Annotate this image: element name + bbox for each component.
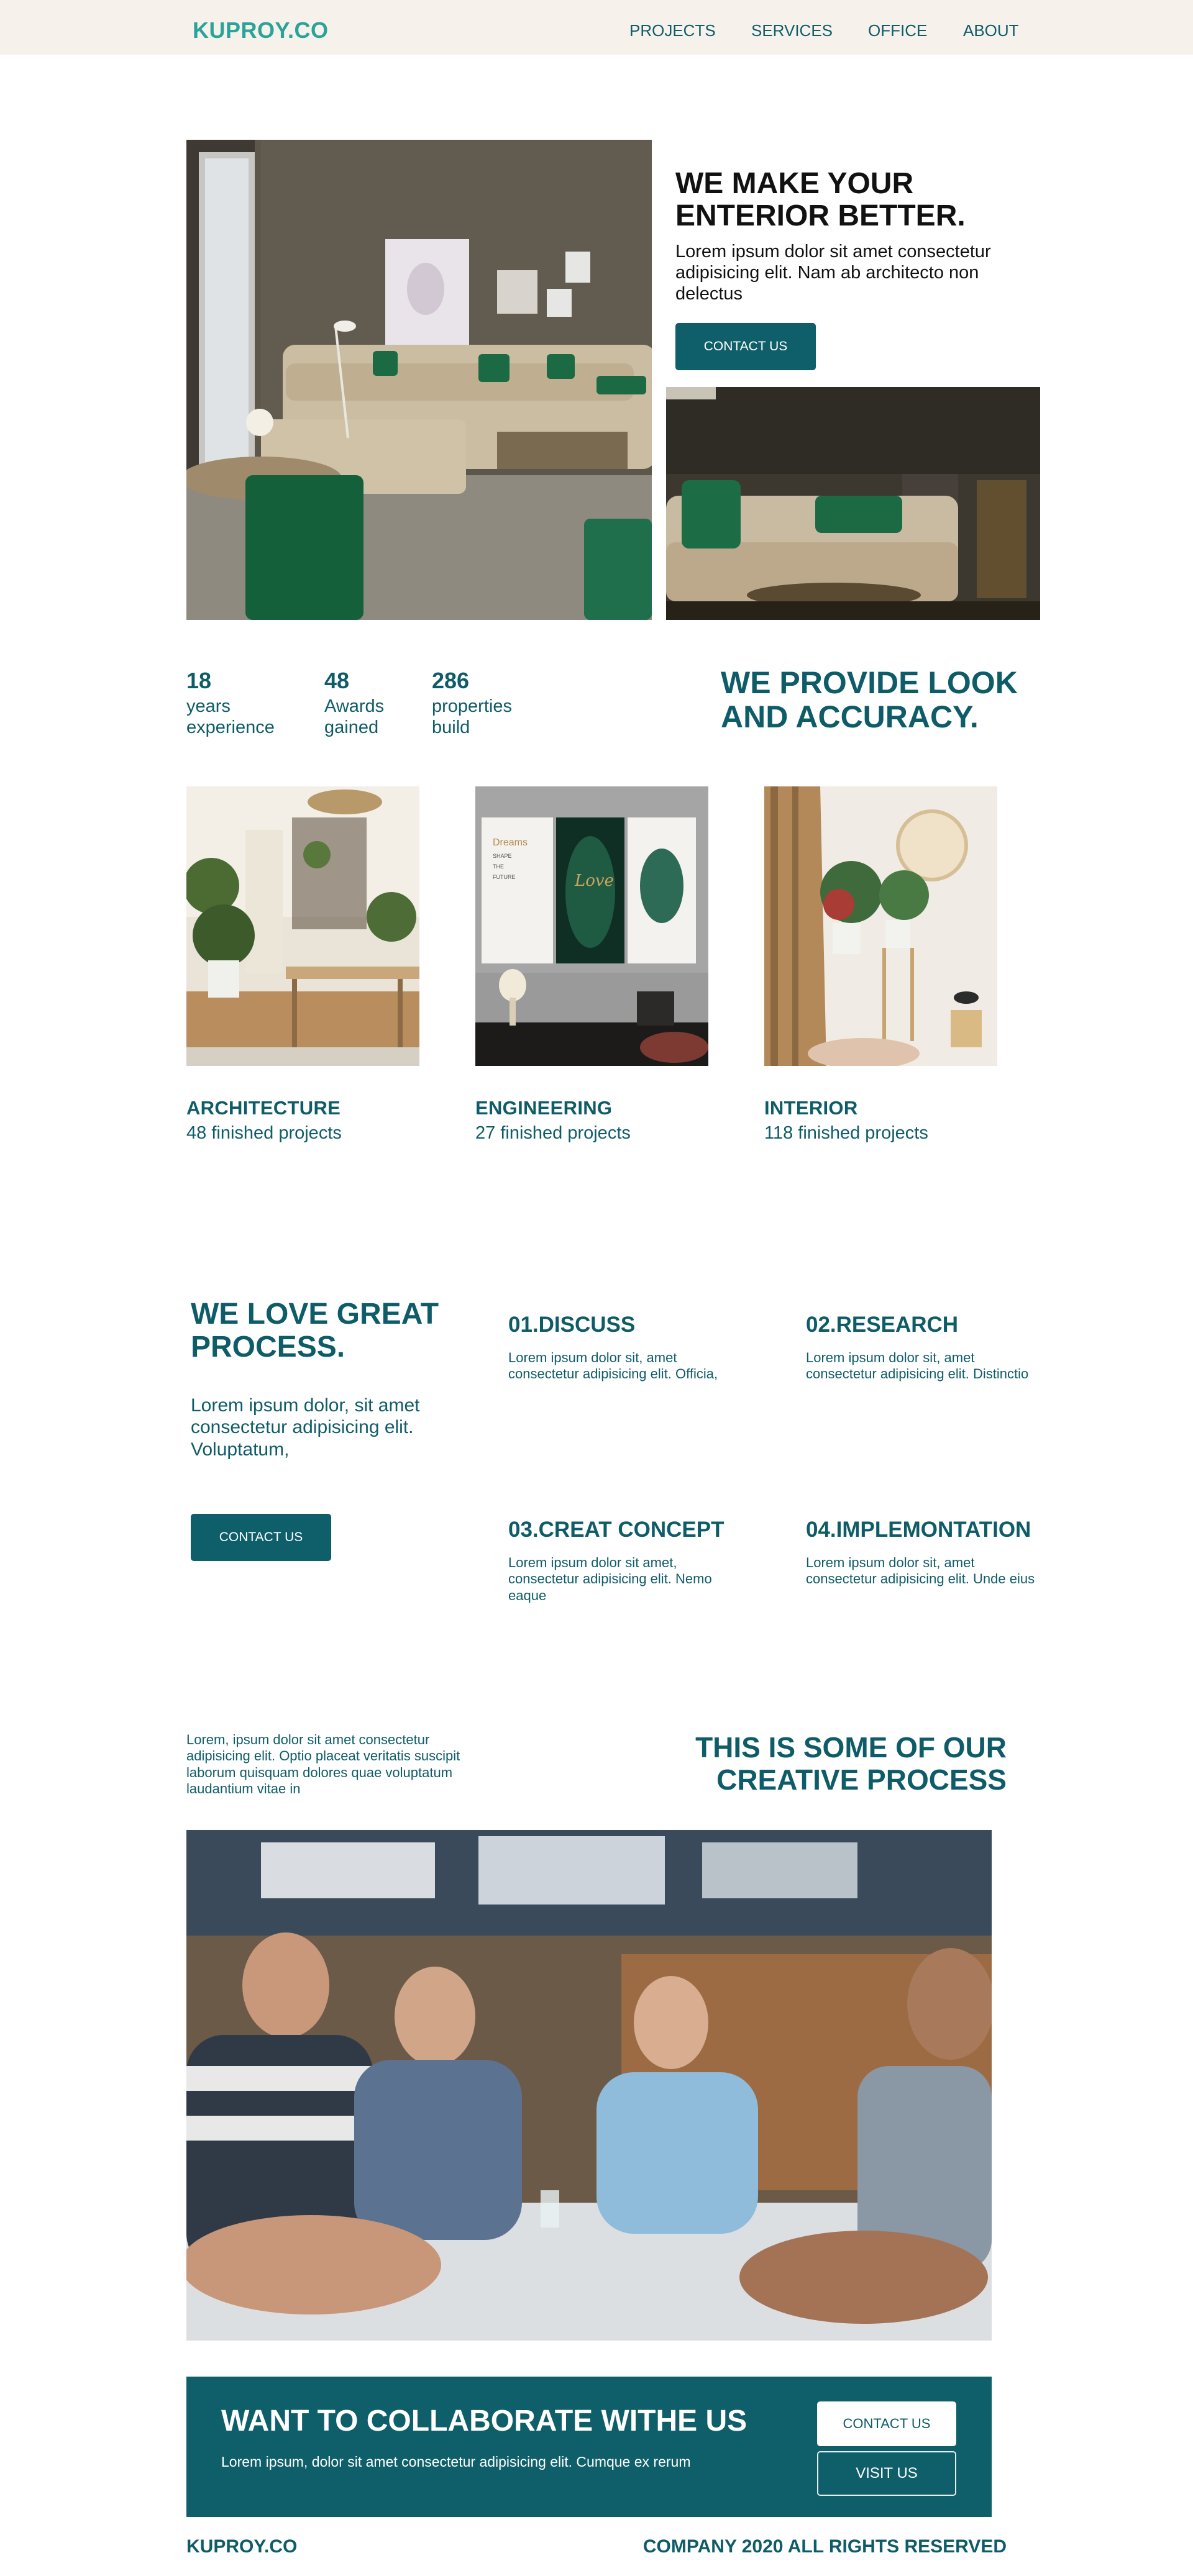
- service-count-interior: 118 finished projects: [764, 1123, 928, 1143]
- stat-number-awards: 48: [324, 668, 350, 693]
- hero-sofa-image: [666, 387, 1040, 620]
- service-count-engineering: 27 finished projects: [475, 1123, 631, 1143]
- cta-text: Lorem ipsum, dolor sit amet consectetur …: [221, 2454, 691, 2470]
- hero-contact-button[interactable]: CONTACT US: [675, 323, 816, 370]
- stat-label-years: years experience: [186, 696, 275, 737]
- poster-word-the: THE: [493, 863, 504, 870]
- process-title: WE LOVE GREAT PROCESS.: [191, 1298, 439, 1363]
- poster-love-script: Love: [574, 872, 614, 890]
- stat-number-years: 18: [186, 668, 212, 693]
- hero-living-room-image: [186, 140, 652, 620]
- cta-visit-button[interactable]: VISIT US: [817, 2451, 956, 2496]
- hero-text: Lorem ipsum dolor sit amet consectetur a…: [675, 242, 991, 304]
- creative-title: THIS IS SOME OF OUR CREATIVE PROCESS: [695, 1731, 1007, 1796]
- service-count-architecture: 48 finished projects: [186, 1123, 342, 1143]
- footer-logo[interactable]: KUPROY.CO: [186, 2536, 297, 2557]
- step-title-implementation: 04.IMPLEMONTATION: [806, 1518, 1031, 1542]
- step-text-discuss: Lorem ipsum dolor sit, amet consectetur …: [508, 1350, 718, 1382]
- process-text: Lorem ipsum dolor, sit amet consectetur …: [191, 1395, 420, 1460]
- service-title-interior: INTERIOR: [764, 1097, 858, 1119]
- nav-office[interactable]: OFFICE: [868, 21, 927, 40]
- service-title-architecture: ARCHITECTURE: [186, 1097, 341, 1119]
- poster-word-shape: SHAPE: [493, 853, 512, 859]
- stat-label-properties: properties build: [432, 696, 512, 737]
- nav-about[interactable]: ABOUT: [963, 21, 1019, 40]
- step-text-research: Lorem ipsum dolor sit, amet consectetur …: [806, 1350, 1029, 1382]
- service-title-engineering: ENGINEERING: [475, 1097, 613, 1119]
- step-title-concept: 03.CREAT CONCEPT: [508, 1518, 724, 1542]
- stat-label-awards: Awards gained: [324, 696, 385, 737]
- creative-text: Lorem, ipsum dolor sit amet consectetur …: [186, 1732, 460, 1797]
- poster-dreams-word: Dreams: [493, 837, 528, 848]
- footer-copyright: COMPANY 2020 ALL RIGHTS RESERVED: [642, 2536, 1007, 2557]
- step-text-implementation: Lorem ipsum dolor sit, amet consectetur …: [806, 1555, 1035, 1587]
- site-logo[interactable]: KUPROY.CO: [193, 17, 329, 43]
- step-text-concept: Lorem ipsum dolor sit amet, consectetur …: [508, 1555, 712, 1603]
- interior-image: [764, 786, 997, 1066]
- nav-services[interactable]: SERVICES: [751, 21, 833, 40]
- architecture-image: [186, 786, 419, 1066]
- site-header: KUPROY.CO PROJECTS SERVICES OFFICE ABOUT: [0, 0, 1193, 55]
- cta-contact-button[interactable]: CONTACT US: [817, 2401, 956, 2446]
- process-contact-button[interactable]: CONTACT US: [191, 1514, 331, 1561]
- stat-number-properties: 286: [432, 668, 470, 693]
- cta-title: WANT TO COLLABORATE WITHE US: [221, 2405, 747, 2437]
- team-meeting-image: [186, 1830, 992, 2341]
- engineering-image: Dreams SHAPE THE FUTURE Love: [475, 786, 708, 1066]
- step-title-research: 02.RESEARCH: [806, 1313, 959, 1337]
- provide-title: WE PROVIDE LOOK AND ACCURACY.: [721, 665, 1018, 734]
- step-title-discuss: 01.DISCUSS: [508, 1313, 636, 1337]
- hero-title: WE MAKE YOUR ENTERIOR BETTER.: [675, 167, 966, 232]
- collaborate-banner: WANT TO COLLABORATE WITHE US Lorem ipsum…: [186, 2377, 992, 2517]
- poster-word-future: FUTURE: [493, 874, 516, 880]
- nav-projects[interactable]: PROJECTS: [629, 21, 716, 40]
